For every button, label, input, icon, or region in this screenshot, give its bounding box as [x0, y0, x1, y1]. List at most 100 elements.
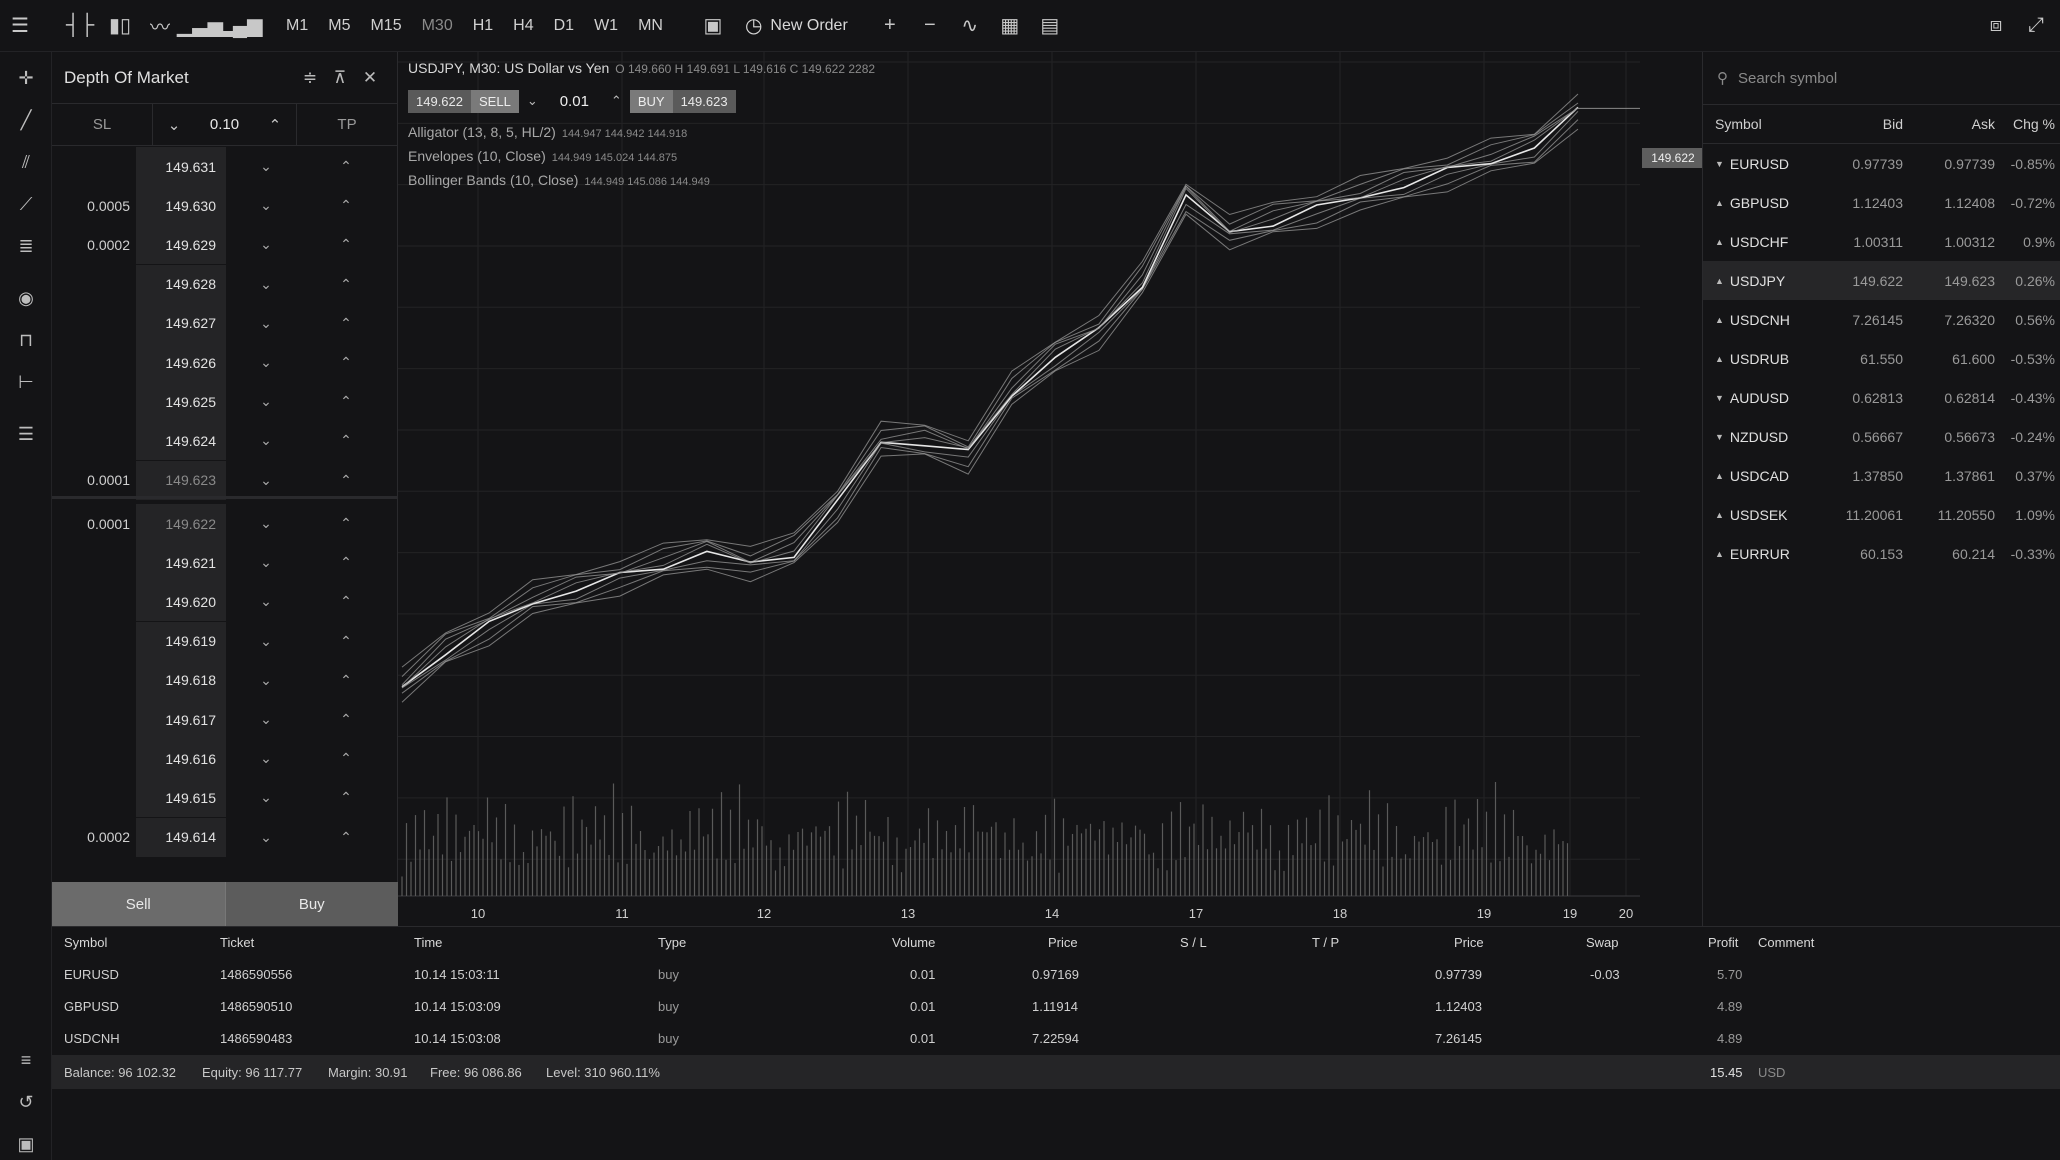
chevron-up-icon[interactable]: ⌃: [306, 236, 386, 253]
new-order-button[interactable]: ◷ New Order: [733, 13, 860, 38]
timeframe-m15[interactable]: M15: [360, 17, 411, 35]
dom-price[interactable]: 149.620: [136, 582, 226, 622]
chevron-down-icon[interactable]: ⌄: [226, 472, 306, 489]
indicators-icon[interactable]: ∿: [950, 6, 990, 46]
dom-price[interactable]: 149.625: [136, 382, 226, 422]
chevron-down-icon[interactable]: ⌄: [226, 158, 306, 175]
sell-price[interactable]: 149.622: [408, 89, 471, 113]
chevron-up-icon[interactable]: ⌃: [306, 554, 386, 571]
histogram-icon[interactable]: ▁▃▅: [177, 6, 223, 46]
col-symbol[interactable]: Symbol: [1703, 116, 1813, 132]
dom-price[interactable]: 149.617: [136, 700, 226, 739]
sell-label[interactable]: SELL: [471, 89, 519, 113]
watchlist-row[interactable]: ▲ USDSEK 11.20061 11.20550 1.09%: [1703, 495, 2060, 534]
journal-icon[interactable]: ▣: [10, 1128, 42, 1160]
chevron-up-icon[interactable]: ⌃: [306, 393, 386, 410]
dom-level[interactable]: 0.0002 149.629 ⌄ ⌃: [52, 225, 398, 265]
chevron-down-icon[interactable]: ⌄: [226, 197, 306, 214]
search-input[interactable]: Search symbol: [1738, 70, 1837, 87]
dom-level[interactable]: 149.631 ⌄ ⌃: [52, 147, 398, 186]
timeframe-m5[interactable]: M5: [318, 17, 360, 35]
dom-level[interactable]: 149.627 ⌄ ⌃: [52, 303, 398, 343]
dom-level[interactable]: 0.0001 149.623 ⌄ ⌃: [52, 460, 398, 500]
chevron-down-icon[interactable]: ⌄: [226, 711, 306, 728]
position-row[interactable]: GBPUSD 1486590510 10.14 15:03:09 buy 0.0…: [52, 991, 2060, 1023]
close-icon[interactable]: ✕: [355, 68, 385, 88]
ph-profit[interactable]: Profit: [1708, 935, 1738, 950]
dom-level[interactable]: 149.617 ⌄ ⌃: [52, 700, 398, 739]
dom-level[interactable]: 149.619 ⌄ ⌃: [52, 621, 398, 661]
buy-button[interactable]: Buy: [224, 882, 398, 926]
dom-price[interactable]: 149.630: [136, 186, 226, 226]
watchlist-row[interactable]: ▲ USDJPY 149.622 149.623 0.26%: [1703, 261, 2060, 300]
tp-label[interactable]: TP: [297, 116, 397, 133]
chevron-down-icon[interactable]: ⌄: [226, 354, 306, 371]
watchlist-row[interactable]: ▲ GBPUSD 1.12403 1.12408 -0.72%: [1703, 183, 2060, 222]
timeframe-m1[interactable]: M1: [276, 17, 318, 35]
zoom-in-icon[interactable]: +: [870, 6, 910, 46]
lot-value[interactable]: 0.01: [546, 93, 603, 110]
chevron-up-icon[interactable]: ⌃: [306, 197, 386, 214]
zoom-out-icon[interactable]: −: [910, 6, 950, 46]
trendline-icon[interactable]: ╱: [10, 104, 42, 136]
dom-price[interactable]: 149.631: [136, 147, 226, 186]
pitchfork-icon[interactable]: ⟋: [10, 188, 42, 220]
dom-level[interactable]: 149.621 ⌄ ⌃: [52, 543, 398, 583]
lot-increase-icon[interactable]: ⌃: [603, 93, 630, 109]
volume-value[interactable]: 0.10: [210, 116, 239, 133]
chevron-down-icon[interactable]: ⌄: [226, 515, 306, 532]
eye-icon[interactable]: ◉: [10, 282, 42, 314]
col-chg[interactable]: Chg %: [1995, 116, 2055, 132]
watchlist-row[interactable]: ▼ AUDUSD 0.62813 0.62814 -0.43%: [1703, 378, 2060, 417]
ph-current-price[interactable]: Price: [1454, 935, 1484, 950]
chevron-down-icon[interactable]: ⌄: [226, 315, 306, 332]
col-bid[interactable]: Bid: [1813, 116, 1903, 132]
ph-comment[interactable]: Comment: [1758, 935, 1814, 950]
ph-price[interactable]: Price: [1048, 935, 1078, 950]
watchlist-row[interactable]: ▼ EURUSD 0.97739 0.97739 -0.85%: [1703, 144, 2060, 183]
timeframe-m30[interactable]: M30: [412, 17, 463, 35]
price-chart[interactable]: 150.000149.500149.000148.500148.000147.5…: [398, 52, 1704, 926]
dom-price[interactable]: 149.624: [136, 421, 226, 461]
dom-level[interactable]: 149.624 ⌄ ⌃: [52, 421, 398, 461]
collapse-icon[interactable]: ⊼: [325, 68, 355, 88]
chevron-down-icon[interactable]: ⌄: [226, 276, 306, 293]
symbol-search[interactable]: ⚲ Search symbol: [1703, 52, 2060, 104]
ph-sl[interactable]: S / L: [1180, 935, 1207, 950]
timeframe-d1[interactable]: D1: [544, 17, 584, 35]
dom-price[interactable]: 149.616: [136, 739, 226, 779]
watchlist-row[interactable]: ▲ USDCAD 1.37850 1.37861 0.37%: [1703, 456, 2060, 495]
dom-price[interactable]: 149.619: [136, 621, 226, 661]
ph-volume[interactable]: Volume: [892, 935, 935, 950]
position-row[interactable]: EURUSD 1486590556 10.14 15:03:11 buy 0.0…: [52, 959, 2060, 991]
timeframe-h4[interactable]: H4: [503, 17, 543, 35]
indicator-bollinger[interactable]: Bollinger Bands (10, Close) 144.949 145.0…: [408, 172, 710, 188]
chevron-up-icon[interactable]: ⌃: [306, 158, 386, 175]
timeframe-w1[interactable]: W1: [584, 17, 628, 35]
chevron-down-icon[interactable]: ⌄: [226, 750, 306, 767]
channel-icon[interactable]: ⫽: [10, 146, 42, 178]
chevron-up-icon[interactable]: ⌃: [306, 829, 386, 846]
chevron-up-icon[interactable]: ⌃: [306, 711, 386, 728]
dom-price[interactable]: 149.626: [136, 343, 226, 382]
dom-level[interactable]: 149.616 ⌄ ⌃: [52, 739, 398, 779]
chevron-down-icon[interactable]: ⌄: [226, 633, 306, 650]
position-row[interactable]: USDCNH 1486590483 10.14 15:03:08 buy 0.0…: [52, 1023, 2060, 1055]
chevron-down-icon[interactable]: ⌄: [226, 789, 306, 806]
dom-price[interactable]: 149.627: [136, 303, 226, 343]
volume-bars-icon[interactable]: ▂▄▆: [218, 6, 263, 46]
chevron-up-icon[interactable]: ⌃: [306, 315, 386, 332]
watchlist-row[interactable]: ▲ USDCNH 7.26145 7.26320 0.56%: [1703, 300, 2060, 339]
object-tree-icon[interactable]: ⊢: [10, 366, 42, 398]
line-chart-icon[interactable]: 〰: [140, 6, 180, 46]
dom-level[interactable]: 0.0001 149.622 ⌄ ⌃: [52, 504, 398, 543]
screenshot-icon[interactable]: ⧈: [1976, 6, 2016, 46]
dom-level[interactable]: 149.626 ⌄ ⌃: [52, 343, 398, 382]
dom-price[interactable]: 149.618: [136, 660, 226, 700]
chevron-up-icon[interactable]: ⌃: [306, 515, 386, 532]
lock-icon[interactable]: ⊓: [10, 324, 42, 356]
chevron-down-icon[interactable]: ⌄: [226, 554, 306, 571]
timeframe-h1[interactable]: H1: [463, 17, 503, 35]
watchlist-row[interactable]: ▼ NZDUSD 0.56667 0.56673 -0.24%: [1703, 417, 2060, 456]
candlestick-icon[interactable]: ▮▯: [100, 6, 140, 46]
